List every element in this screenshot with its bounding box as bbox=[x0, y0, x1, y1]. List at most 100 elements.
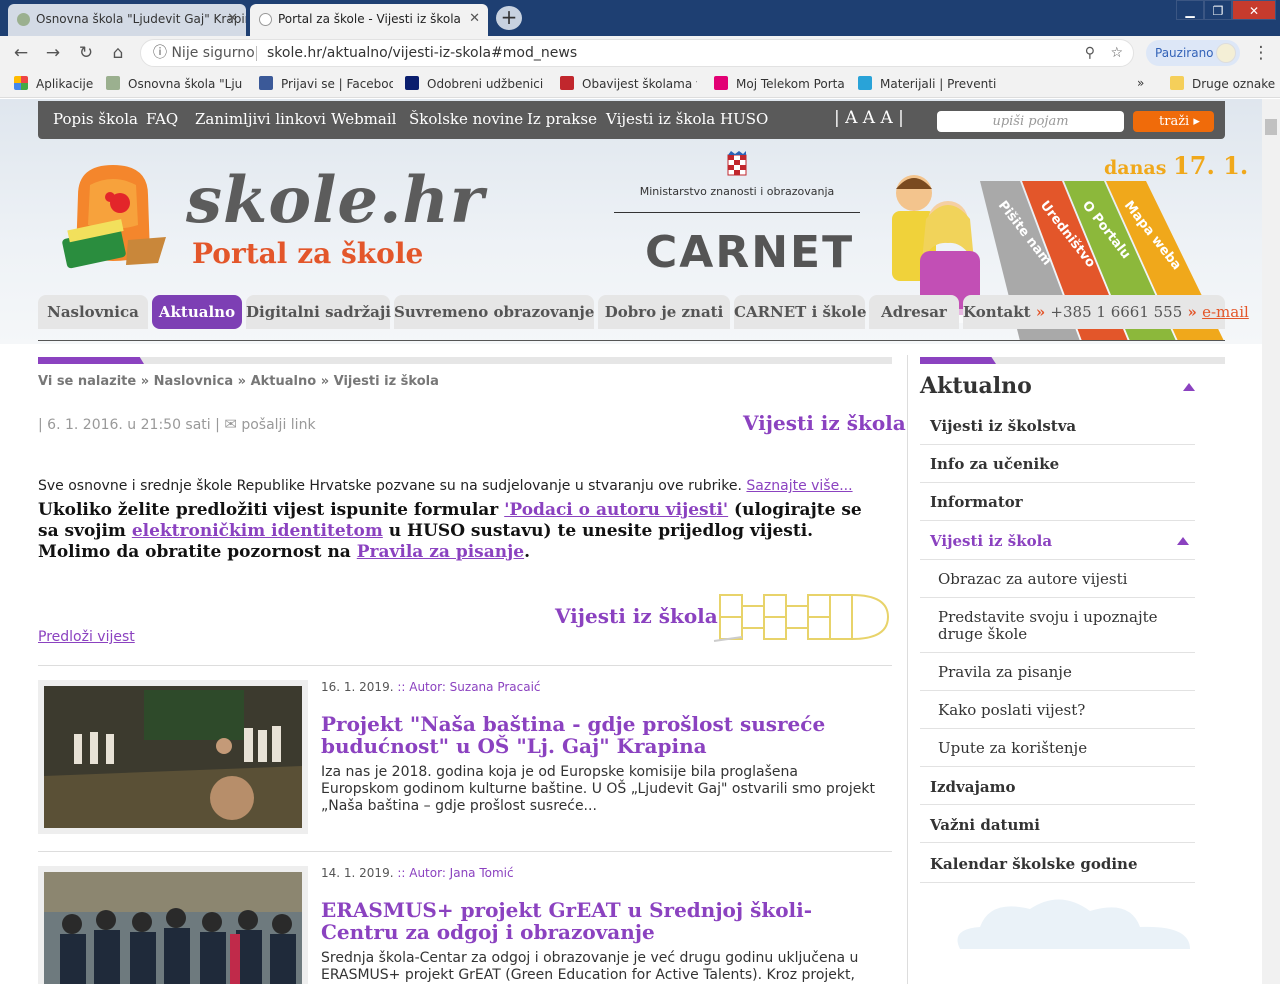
writing-rules-link[interactable]: Pravila za pisanje bbox=[357, 542, 524, 562]
breadcrumb-link[interactable]: Naslovnica bbox=[154, 374, 233, 389]
submit-news-link[interactable]: Predloži vijest bbox=[38, 629, 135, 645]
new-tab-button[interactable]: + bbox=[496, 6, 522, 30]
sidebar-item-vazni-datumi[interactable]: Važni datumi bbox=[920, 805, 1195, 843]
apps-grid-icon bbox=[14, 76, 28, 90]
maximize-button[interactable]: ❐ bbox=[1204, 0, 1232, 20]
sidebar-subitem-pravila[interactable]: Pravila za pisanje bbox=[920, 653, 1195, 691]
contact-email-link[interactable]: e-mail bbox=[1202, 303, 1249, 321]
sidebar-subitem-kako-poslati[interactable]: Kako poslati vijest? bbox=[920, 691, 1195, 729]
nav-dobro-je-znati[interactable]: Dobro je znati bbox=[598, 295, 730, 329]
search-input[interactable]: upiši pojam bbox=[937, 111, 1124, 132]
bookmark-item[interactable]: Aplikacije bbox=[14, 76, 94, 91]
sidebar-item-kalendar[interactable]: Kalendar školske godine bbox=[920, 843, 1195, 883]
contact-link[interactable]: Kontakt bbox=[963, 303, 1031, 321]
nav-naslovnica[interactable]: Naslovnica bbox=[38, 295, 148, 329]
topnav-zanimljivi-linkovi[interactable]: Zanimljivi linkovi bbox=[195, 110, 326, 128]
bookmark-label: Obavijest školama ve bbox=[582, 77, 697, 91]
minimize-button[interactable]: ▁ bbox=[1176, 0, 1204, 20]
section-title: Vijesti iz škola bbox=[743, 411, 906, 435]
shield-favicon-icon bbox=[106, 76, 120, 90]
forward-arrow-icon[interactable]: → bbox=[42, 42, 64, 64]
bookmarks-bar: Aplikacije Osnovna škola "Ljude Prijavi … bbox=[0, 70, 1280, 98]
sidebar-item-vijesti-iz-skolstva[interactable]: Vijesti iz školstva bbox=[920, 406, 1195, 445]
url-text[interactable]: skole.hr/aktualno/vijesti-iz-skola#mod_n… bbox=[267, 40, 577, 66]
topnav-iz-prakse[interactable]: Iz prakse bbox=[527, 110, 597, 128]
other-bookmarks-folder[interactable]: Druge oznake bbox=[1170, 76, 1275, 91]
topnav-huso[interactable]: HUSO bbox=[720, 110, 768, 128]
bookmarks-overflow-button[interactable]: » bbox=[1137, 76, 1144, 90]
scrollbar-thumb[interactable] bbox=[1265, 119, 1277, 135]
browser-tab-bar: Osnovna škola "Ljudevit Gaj" Krapina ✕ P… bbox=[0, 0, 1280, 36]
nav-suvremeno-obrazovanje[interactable]: Suvremeno obrazovanje bbox=[394, 295, 594, 329]
shield-favicon-icon bbox=[17, 13, 30, 26]
search-button[interactable]: traži ▸ bbox=[1133, 111, 1214, 132]
nav-kontakt: Kontakt » +385 1 6661 555 » e-mail bbox=[963, 295, 1249, 329]
page-scrollbar[interactable] bbox=[1262, 99, 1280, 984]
back-arrow-icon[interactable]: ← bbox=[10, 42, 32, 64]
bookmark-item[interactable]: Osnovna škola "Ljude bbox=[106, 76, 242, 91]
topnav-popis-skola[interactable]: Popis škola bbox=[53, 110, 138, 128]
home-icon[interactable]: ⌂ bbox=[107, 42, 129, 64]
ministry-logo[interactable]: Ministarstvo znanosti i obrazovanja bbox=[614, 151, 860, 213]
oup-favicon-icon bbox=[405, 76, 419, 90]
read-more-link[interactable]: Saznajte više... bbox=[746, 478, 852, 494]
sidebar-item-informator[interactable]: Informator bbox=[920, 483, 1195, 521]
sidebar-item-info-za-ucenike[interactable]: Info za učenike bbox=[920, 445, 1195, 483]
instr-text: . bbox=[524, 542, 530, 562]
topnav-webmail[interactable]: Webmail bbox=[331, 110, 396, 128]
bookmark-star-icon[interactable]: ☆ bbox=[1110, 40, 1123, 66]
nav-aktualno[interactable]: Aktualno bbox=[152, 295, 242, 329]
school-event-photo-icon bbox=[44, 686, 302, 828]
bookmark-item[interactable]: Moj Telekom Portal bbox=[714, 76, 844, 91]
reload-icon[interactable]: ↻ bbox=[75, 42, 97, 64]
sidebar-item-izdvajamo[interactable]: Izdvajamo bbox=[920, 767, 1195, 805]
bookmark-item[interactable]: Obavijest školama ve bbox=[560, 76, 697, 91]
send-link-label: pošalji link bbox=[241, 417, 316, 433]
bookmark-label: Prijavi se | Facebook bbox=[281, 77, 393, 91]
sidebar-subitem-predstavite[interactable]: Predstavite svoju i upoznajte druge škol… bbox=[920, 598, 1195, 653]
bookmark-label: Materijali | Preventivn bbox=[880, 77, 996, 91]
browser-tab[interactable]: Osnovna škola "Ljudevit Gaj" Krapina ✕ bbox=[8, 4, 246, 36]
topnav-skolske-novine[interactable]: Školske novine bbox=[409, 110, 523, 128]
article-thumbnail[interactable] bbox=[38, 866, 308, 984]
eid-link[interactable]: elektroničkim identitetom bbox=[132, 521, 383, 541]
bookmark-label: Osnovna škola "Ljude bbox=[128, 77, 242, 91]
breadcrumb-link[interactable]: Aktualno bbox=[251, 374, 317, 389]
bookmark-item[interactable]: Prijavi se | Facebook bbox=[259, 76, 393, 91]
browser-tab-active[interactable]: Portal za škole - Vijesti iz škola ✕ bbox=[250, 4, 488, 36]
topnav-faq[interactable]: FAQ bbox=[146, 110, 178, 128]
submission-instructions: Ukoliko želite predložiti vijest ispunit… bbox=[38, 500, 888, 563]
article-thumbnail[interactable] bbox=[38, 680, 308, 834]
article-title-link[interactable]: ERASMUS+ projekt GrEAT u Srednjoj školi-… bbox=[321, 899, 886, 943]
topnav-vijesti-iz-skola[interactable]: Vijesti iz škola bbox=[606, 110, 715, 128]
close-tab-icon[interactable]: ✕ bbox=[227, 4, 238, 34]
nav-adresar[interactable]: Adresar bbox=[869, 295, 959, 329]
font-size-switcher[interactable]: | A A A | bbox=[834, 108, 904, 128]
contact-phone: +385 1 6661 555 bbox=[1050, 303, 1183, 321]
telekom-favicon-icon bbox=[714, 76, 728, 90]
nav-carnet-i-skole[interactable]: CARNET i škole bbox=[734, 295, 867, 329]
address-bar[interactable]: ⓘ Nije sigurno skole.hr/aktualno/vijesti… bbox=[140, 39, 1134, 67]
author-form-link[interactable]: 'Podaci o autoru vijesti' bbox=[504, 500, 728, 520]
sidebar-subitem-obrazac[interactable]: Obrazac za autore vijesti bbox=[920, 560, 1195, 598]
menu-kebab-icon[interactable]: ⋮ bbox=[1250, 42, 1272, 64]
breadcrumb-current: Vijesti iz škola bbox=[333, 374, 439, 389]
profile-button[interactable]: Pauzirano bbox=[1146, 40, 1240, 66]
collapse-triangle-icon[interactable] bbox=[1183, 383, 1195, 391]
bookmark-item[interactable]: Odobreni udžbenici z bbox=[405, 76, 545, 91]
window-close-button[interactable]: ✕ bbox=[1232, 0, 1276, 20]
bookmark-label: Aplikacije bbox=[36, 77, 94, 91]
bookmark-item[interactable]: Materijali | Preventivn bbox=[858, 76, 996, 91]
article-date: 16. 1. 2019. :: Autor: Suzana Pracaić bbox=[321, 680, 541, 694]
zoom-icon[interactable]: ⚲ bbox=[1085, 40, 1095, 66]
site-logo[interactable]: skole.hr bbox=[186, 163, 485, 238]
instr-text: Ukoliko želite predložiti vijest ispunit… bbox=[38, 500, 505, 520]
nav-digitalni-sadrzaji[interactable]: Digitalni sadržaji bbox=[246, 295, 391, 329]
not-secure-label[interactable]: ⓘ Nije sigurno bbox=[153, 40, 255, 66]
sidebar-item-vijesti-iz-skola[interactable]: Vijesti iz škola bbox=[920, 521, 1195, 560]
carnet-logo[interactable]: CARNET bbox=[645, 227, 854, 278]
send-link-button[interactable]: ✉ pošalji link bbox=[224, 415, 316, 433]
close-tab-icon[interactable]: ✕ bbox=[469, 4, 480, 34]
article-title-link[interactable]: Projekt "Naša baština - gdje prošlost su… bbox=[321, 713, 886, 757]
sidebar-subitem-upute[interactable]: Upute za korištenje bbox=[920, 729, 1195, 767]
